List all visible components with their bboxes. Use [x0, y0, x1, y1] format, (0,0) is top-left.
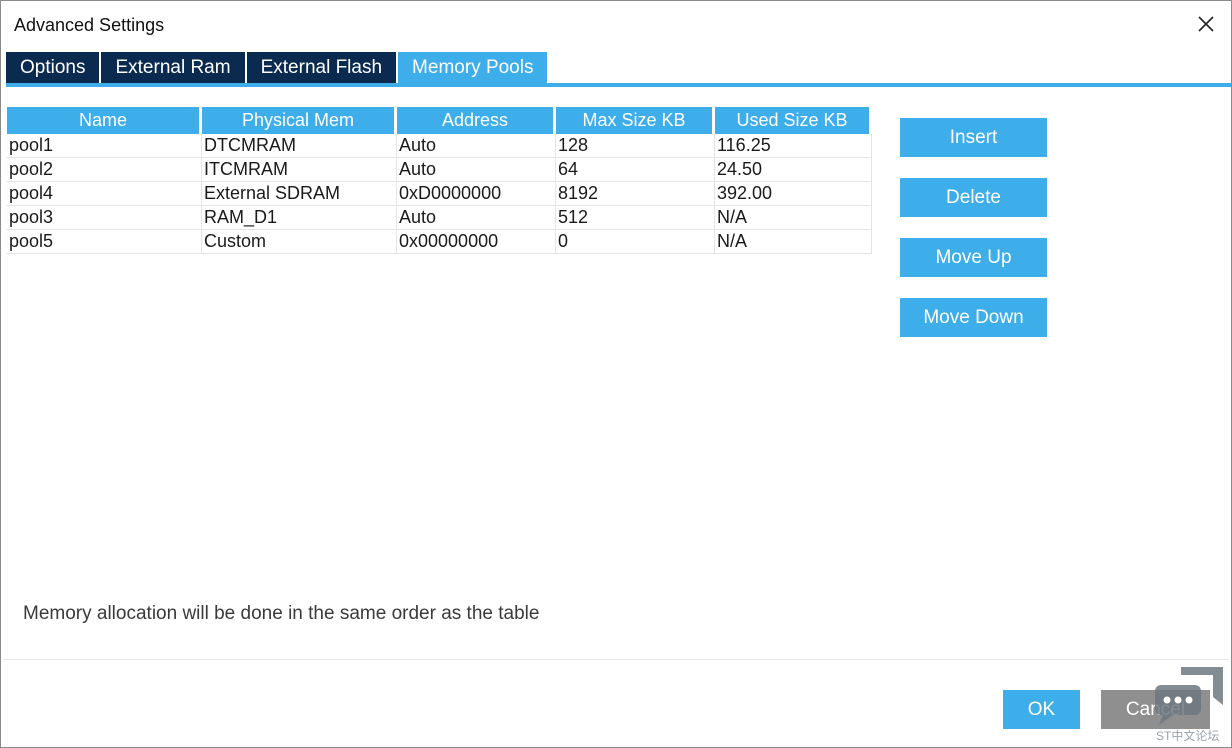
- column-header-name[interactable]: Name: [7, 107, 202, 134]
- column-header-max-size[interactable]: Max Size KB: [556, 107, 715, 134]
- tab-memory-pools[interactable]: Memory Pools: [398, 52, 548, 83]
- tab-external-ram[interactable]: External Ram: [101, 52, 245, 83]
- memory-pools-panel: Name Physical Mem Address Max Size KB Us…: [3, 87, 1229, 659]
- footer-divider: [3, 659, 1229, 660]
- table-row[interactable]: pool4 External SDRAM 0xD0000000 8192 392…: [7, 182, 872, 206]
- cancel-button[interactable]: Cancel: [1101, 690, 1210, 729]
- column-header-address[interactable]: Address: [397, 107, 556, 134]
- cell-max-size[interactable]: 512: [556, 206, 715, 230]
- ok-button[interactable]: OK: [1003, 690, 1080, 729]
- cell-physical-mem[interactable]: ITCMRAM: [202, 158, 397, 182]
- column-header-physical-mem[interactable]: Physical Mem: [202, 107, 397, 134]
- tab-external-flash[interactable]: External Flash: [246, 52, 397, 83]
- cell-max-size[interactable]: 64: [556, 158, 715, 182]
- delete-button[interactable]: Delete: [900, 178, 1047, 217]
- cell-used-size: N/A: [715, 230, 872, 254]
- close-button[interactable]: [1195, 13, 1217, 35]
- memory-pools-table: Name Physical Mem Address Max Size KB Us…: [7, 107, 872, 254]
- watermark-label: ST中文论坛: [1156, 729, 1220, 743]
- advanced-settings-dialog: Advanced Settings Options External Ram E…: [0, 0, 1232, 748]
- cell-physical-mem[interactable]: DTCMRAM: [202, 134, 397, 158]
- cell-address[interactable]: Auto: [397, 206, 556, 230]
- table-row[interactable]: pool1 DTCMRAM Auto 128 116.25: [7, 134, 872, 158]
- cell-address[interactable]: Auto: [397, 158, 556, 182]
- cell-physical-mem[interactable]: External SDRAM: [202, 182, 397, 206]
- cell-address[interactable]: 0x00000000: [397, 230, 556, 254]
- cell-name[interactable]: pool4: [7, 182, 202, 206]
- cell-name[interactable]: pool2: [7, 158, 202, 182]
- cell-physical-mem[interactable]: Custom: [202, 230, 397, 254]
- table-row[interactable]: pool2 ITCMRAM Auto 64 24.50: [7, 158, 872, 182]
- cell-physical-mem[interactable]: RAM_D1: [202, 206, 397, 230]
- dialog-title: Advanced Settings: [14, 15, 165, 35]
- table-header-row: Name Physical Mem Address Max Size KB Us…: [7, 107, 872, 134]
- allocation-info-text: Memory allocation will be done in the sa…: [23, 603, 540, 624]
- cell-name[interactable]: pool5: [7, 230, 202, 254]
- title-bar: Advanced Settings: [1, 1, 1231, 47]
- cell-address[interactable]: Auto: [397, 134, 556, 158]
- table-row[interactable]: pool3 RAM_D1 Auto 512 N/A: [7, 206, 872, 230]
- cell-used-size: N/A: [715, 206, 872, 230]
- insert-button[interactable]: Insert: [900, 118, 1047, 157]
- cell-used-size: 24.50: [715, 158, 872, 182]
- cell-address[interactable]: 0xD0000000: [397, 182, 556, 206]
- cell-name[interactable]: pool1: [7, 134, 202, 158]
- tab-bar: Options External Ram External Flash Memo…: [6, 52, 549, 83]
- move-down-button[interactable]: Move Down: [900, 298, 1047, 337]
- column-header-used-size[interactable]: Used Size KB: [715, 107, 872, 134]
- close-icon: [1198, 16, 1214, 32]
- cell-max-size[interactable]: 128: [556, 134, 715, 158]
- cell-max-size[interactable]: 0: [556, 230, 715, 254]
- tab-options[interactable]: Options: [6, 52, 100, 83]
- move-up-button[interactable]: Move Up: [900, 238, 1047, 277]
- cell-used-size: 392.00: [715, 182, 872, 206]
- table-row[interactable]: pool5 Custom 0x00000000 0 N/A: [7, 230, 872, 254]
- cell-max-size[interactable]: 8192: [556, 182, 715, 206]
- cell-used-size: 116.25: [715, 134, 872, 158]
- cell-name[interactable]: pool3: [7, 206, 202, 230]
